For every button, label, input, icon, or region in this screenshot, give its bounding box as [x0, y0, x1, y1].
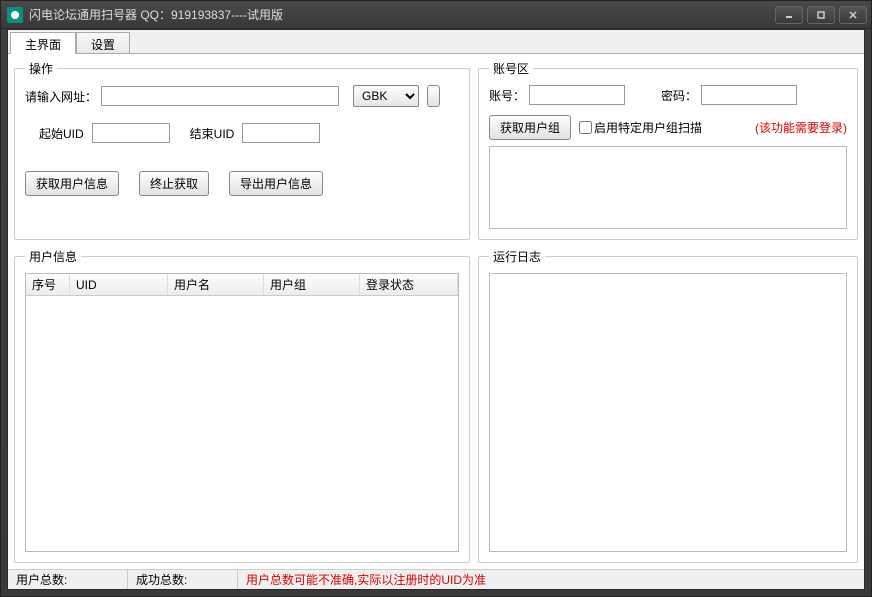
app-window: 闪电论坛通用扫号器 QQ：919193837----试用版 主界面 设置 操作 … [0, 0, 872, 597]
client-area: 主界面 设置 操作 请输入网址： GBK 起始UID [7, 29, 865, 590]
col-username[interactable]: 用户名 [168, 274, 264, 295]
userinfo-table[interactable]: 序号 UID 用户名 用户组 登录状态 [25, 273, 459, 552]
start-uid-input[interactable] [92, 123, 170, 143]
maximize-button[interactable] [807, 6, 835, 24]
tab-settings[interactable]: 设置 [76, 32, 130, 53]
tab-bar: 主界面 设置 [8, 30, 864, 54]
operation-legend: 操作 [25, 60, 57, 77]
tab-content: 操作 请输入网址： GBK 起始UID 结束UID [8, 54, 864, 569]
minimize-button[interactable] [775, 6, 803, 24]
status-total-users: 用户总数: [8, 570, 128, 589]
log-group: 运行日志 [478, 248, 858, 563]
titlebar: 闪电论坛通用扫号器 QQ：919193837----试用版 [1, 1, 871, 29]
enable-group-scan-input[interactable] [579, 121, 592, 134]
account-group: 账号区 账号： 密码： 获取用户组 启用特定用户组扫描 (该功能需要登录) [478, 60, 858, 240]
get-user-group-button[interactable]: 获取用户组 [489, 115, 571, 140]
bottom-row: 用户信息 序号 UID 用户名 用户组 登录状态 运行日志 [14, 248, 858, 563]
account-input[interactable] [529, 85, 625, 105]
password-input[interactable] [701, 85, 797, 105]
userinfo-table-header: 序号 UID 用户名 用户组 登录状态 [26, 274, 458, 296]
account-label: 账号： [489, 87, 525, 104]
password-label: 密码： [661, 87, 697, 104]
app-icon [7, 7, 23, 23]
encoding-select[interactable]: GBK [353, 85, 419, 107]
log-legend: 运行日志 [489, 248, 545, 265]
col-loginstate[interactable]: 登录状态 [360, 274, 458, 295]
end-uid-input[interactable] [242, 123, 320, 143]
enable-group-scan-checkbox[interactable]: 启用特定用户组扫描 [579, 119, 702, 136]
get-user-info-button[interactable]: 获取用户信息 [25, 171, 119, 196]
account-legend: 账号区 [489, 60, 533, 77]
status-success-total: 成功总数: [128, 570, 238, 589]
top-row: 操作 请输入网址： GBK 起始UID 结束UID [14, 60, 858, 240]
account-list[interactable] [489, 146, 847, 229]
start-uid-label: 起始UID [39, 125, 84, 142]
url-input[interactable] [101, 86, 339, 106]
log-area[interactable] [489, 273, 847, 552]
window-title: 闪电论坛通用扫号器 QQ：919193837----试用版 [29, 6, 771, 23]
userinfo-group: 用户信息 序号 UID 用户名 用户组 登录状态 [14, 248, 470, 563]
operation-group: 操作 请输入网址： GBK 起始UID 结束UID [14, 60, 470, 240]
partial-button[interactable] [427, 85, 440, 107]
enable-group-scan-label: 启用特定用户组扫描 [594, 119, 702, 136]
end-uid-label: 结束UID [190, 125, 235, 142]
col-usergroup[interactable]: 用户组 [264, 274, 360, 295]
window-controls [771, 6, 867, 24]
statusbar: 用户总数: 成功总数: 用户总数可能不准确,实际以注册时的UID为准 [8, 569, 864, 589]
stop-button[interactable]: 终止获取 [139, 171, 209, 196]
export-button[interactable]: 导出用户信息 [229, 171, 323, 196]
login-required-hint: (该功能需要登录) [755, 119, 847, 136]
status-warning: 用户总数可能不准确,实际以注册时的UID为准 [238, 571, 486, 588]
url-label: 请输入网址： [25, 88, 97, 105]
close-button[interactable] [839, 6, 867, 24]
tab-main[interactable]: 主界面 [10, 32, 76, 54]
col-seq[interactable]: 序号 [26, 274, 70, 295]
col-uid[interactable]: UID [70, 274, 168, 295]
userinfo-legend: 用户信息 [25, 248, 81, 265]
